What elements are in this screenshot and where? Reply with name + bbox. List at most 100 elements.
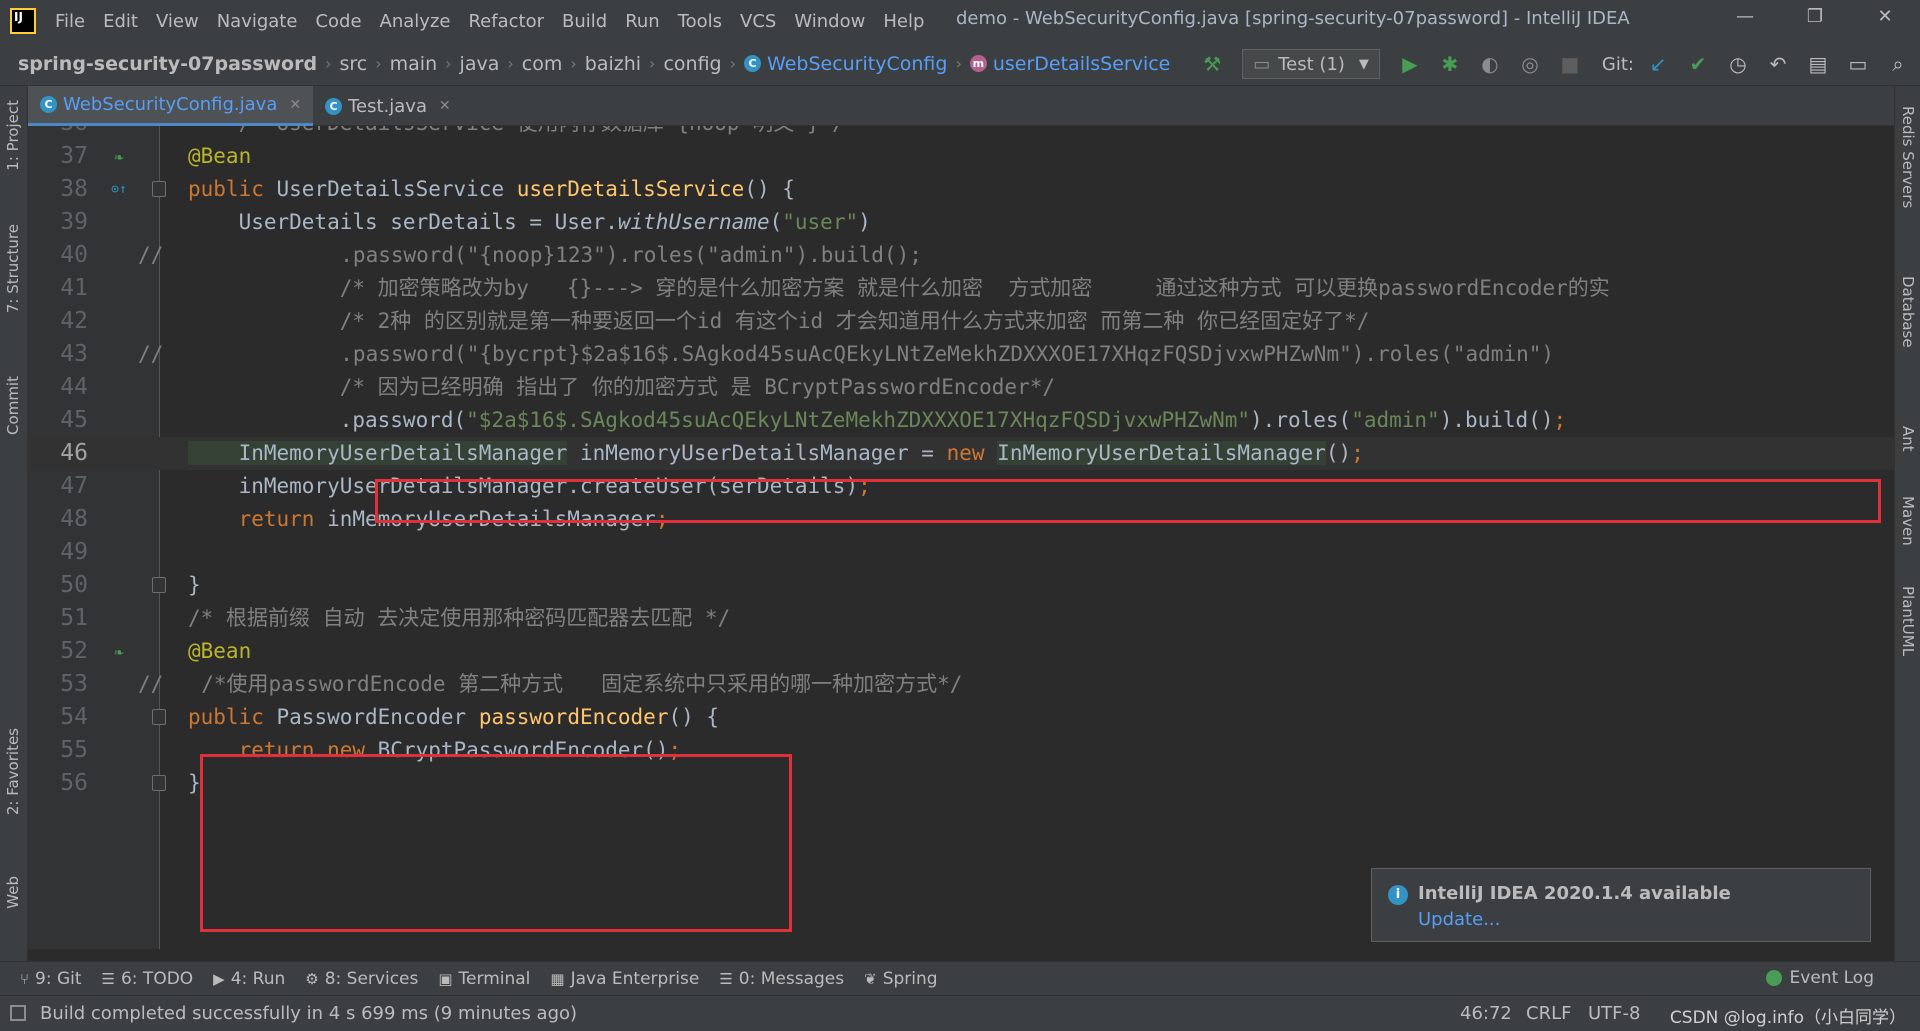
- menu-item-view[interactable]: View: [147, 11, 208, 32]
- coverage-icon[interactable]: ◐: [1476, 50, 1504, 78]
- menu-item-code[interactable]: Code: [306, 11, 370, 32]
- code-token: public: [188, 177, 277, 201]
- close-tab-icon[interactable]: ✕: [439, 98, 451, 114]
- menu-item-window[interactable]: Window: [785, 11, 874, 32]
- code-line[interactable]: 36 /* UserDetailsService 使用内存数据库 {noop 明…: [28, 126, 1894, 140]
- menu-item-analyze[interactable]: Analyze: [371, 11, 460, 32]
- build-hammer-icon[interactable]: ⚒: [1198, 50, 1226, 78]
- code-line[interactable]: 39 UserDetails serDetails = User.withUse…: [28, 206, 1894, 239]
- breadcrumb-item-java[interactable]: java: [460, 53, 500, 75]
- git-update-icon[interactable]: ↙: [1644, 50, 1672, 78]
- tool-tab-structure[interactable]: 7: Structure: [4, 224, 22, 313]
- code-line[interactable]: 46 InMemoryUserDetailsManager inMemoryUs…: [28, 437, 1894, 470]
- bottom-tool-java-enterprise[interactable]: ▦ Java Enterprise: [550, 969, 699, 989]
- breadcrumb-method[interactable]: m userDetailsService: [969, 53, 1170, 75]
- tab-websecurityconfig[interactable]: C WebSecurityConfig.java ✕: [28, 86, 314, 126]
- code-line[interactable]: 54 public PasswordEncoder passwordEncoder…: [28, 701, 1894, 734]
- menu-item-help[interactable]: Help: [874, 11, 933, 32]
- code-text: @Bean: [188, 635, 251, 668]
- menu-item-refactor[interactable]: Refactor: [459, 11, 553, 32]
- tool-tab-commit[interactable]: Commit: [4, 376, 22, 435]
- breadcrumb-class[interactable]: C WebSecurityConfig: [744, 53, 947, 75]
- history-clock-icon[interactable]: ◷: [1724, 50, 1752, 78]
- code-line[interactable]: 51 /* 根据前缀 自动 去决定使用那种密码匹配器去匹配 */: [28, 602, 1894, 635]
- bottom-tool-todo[interactable]: ☰ 6: TODO: [102, 969, 194, 989]
- debug-bug-icon[interactable]: ✱: [1436, 50, 1464, 78]
- bottom-tool-spring[interactable]: ❦ Spring: [864, 969, 937, 989]
- menu-item-vcs[interactable]: VCS: [731, 11, 785, 32]
- menu-item-navigate[interactable]: Navigate: [208, 11, 307, 32]
- code-line[interactable]: 49: [28, 536, 1894, 569]
- fold-marker-icon[interactable]: [152, 709, 166, 725]
- code-line[interactable]: 37 ❧ @Bean: [28, 140, 1894, 173]
- breadcrumb-project[interactable]: spring-security-07password: [0, 53, 317, 75]
- menu-item-edit[interactable]: Edit: [94, 11, 147, 32]
- close-tab-icon[interactable]: ✕: [289, 97, 301, 113]
- git-commit-check-icon[interactable]: ✔: [1684, 50, 1712, 78]
- tool-tab-ant[interactable]: Ant: [1899, 426, 1917, 452]
- minimize-button[interactable]: —: [1730, 6, 1760, 34]
- code-line[interactable]: 42 /* 2种 的区别就是第一种要返回一个id 有这个id 才会知道用什么方式…: [28, 305, 1894, 338]
- caret-position[interactable]: 46:72: [1460, 1003, 1512, 1024]
- fold-marker-icon[interactable]: [152, 577, 166, 593]
- tool-tab-maven[interactable]: Maven: [1899, 496, 1917, 546]
- breadcrumb-item-main[interactable]: main: [390, 53, 437, 75]
- breadcrumb-item-baizhi[interactable]: baizhi: [585, 53, 641, 75]
- highlight-box-password-encoder: [200, 754, 792, 932]
- run-configuration-select[interactable]: ▭ Test (1) ▼: [1242, 49, 1380, 79]
- tool-tab-redis-servers[interactable]: Redis Servers: [1899, 106, 1917, 208]
- bottom-tool-messages[interactable]: ☰ 0: Messages: [719, 969, 844, 989]
- fold-marker-icon[interactable]: [152, 181, 166, 197]
- tool-tab-favorites[interactable]: 2: Favorites: [4, 728, 22, 815]
- bottom-tool-terminal[interactable]: ▣ Terminal: [438, 969, 530, 989]
- spring-bean-icon[interactable]: ❧: [108, 146, 130, 168]
- override-method-icon[interactable]: ⊙↑: [108, 179, 130, 201]
- close-window-button[interactable]: ✕: [1870, 6, 1900, 34]
- file-encoding[interactable]: UTF-8: [1588, 1003, 1640, 1024]
- tool-tab-plantuml[interactable]: PlantUML: [1899, 586, 1917, 656]
- project-structure-icon[interactable]: ▤: [1804, 50, 1832, 78]
- tool-tab-project[interactable]: 1: Project: [4, 100, 22, 171]
- bottom-tool-run[interactable]: ▶ 4: Run: [213, 969, 285, 989]
- code-line[interactable]: 44 /* 因为已经明确 指出了 你的加密方式 是 BCryptPassword…: [28, 371, 1894, 404]
- menu-item-build[interactable]: Build: [553, 11, 616, 32]
- bottom-tool-services[interactable]: ⚙ 8: Services: [305, 969, 418, 989]
- code-line[interactable]: 52 ❧ @Bean: [28, 635, 1894, 668]
- code-line[interactable]: 45 .password("$2a$16$.SAgkod45suAcQEkyLN…: [28, 404, 1894, 437]
- bottom-tool-git[interactable]: ⑂ 9: Git: [20, 969, 82, 989]
- status-toggle-icon[interactable]: [10, 1005, 26, 1021]
- breadcrumb-item-com[interactable]: com: [522, 53, 563, 75]
- tab-test[interactable]: C Test.java ✕: [313, 86, 463, 126]
- code-line[interactable]: 40 // .password("{noop}123").roles("admin…: [28, 239, 1894, 272]
- run-icon[interactable]: ▶: [1396, 50, 1424, 78]
- code-token: "user": [782, 210, 859, 234]
- notification-title: IntelliJ IDEA 2020.1.4 available: [1418, 883, 1731, 904]
- update-link[interactable]: Update...: [1418, 909, 1500, 930]
- menu-item-tools[interactable]: Tools: [669, 11, 731, 32]
- search-icon[interactable]: ⌕: [1884, 50, 1912, 78]
- update-notification[interactable]: i IntelliJ IDEA 2020.1.4 available Updat…: [1371, 868, 1871, 942]
- code-line[interactable]: 43 // .password("{bycrpt}$2a$16$.SAgkod45…: [28, 338, 1894, 371]
- tool-tab-database[interactable]: Database: [1899, 276, 1917, 348]
- fold-marker-icon[interactable]: [152, 775, 166, 791]
- code-editor[interactable]: 36 /* UserDetailsService 使用内存数据库 {noop 明…: [28, 126, 1894, 949]
- code-line[interactable]: 53 // /*使用passwordEncode 第二种方式 固定系统中只采用的哪…: [28, 668, 1894, 701]
- breadcrumb-item-src[interactable]: src: [340, 53, 368, 75]
- status-message: Build completed successfully in 4 s 699 …: [40, 1003, 578, 1024]
- breadcrumb-item-config[interactable]: config: [663, 53, 721, 75]
- code-line[interactable]: 38 ⊙↑ public UserDetailsService userDetail…: [28, 173, 1894, 206]
- event-log-button[interactable]: Event Log: [1765, 968, 1874, 988]
- code-line[interactable]: 50}: [28, 569, 1894, 602]
- code-line[interactable]: 41 /* 加密策略改为by {}---> 穿的是什么加密方案 就是什么加密 方…: [28, 272, 1894, 305]
- line-separator[interactable]: CRLF: [1526, 1003, 1571, 1024]
- restore-button[interactable]: ❐: [1800, 6, 1830, 34]
- code-token: return: [188, 507, 328, 531]
- spring-bean-icon[interactable]: ❧: [108, 641, 130, 663]
- tool-tab-web[interactable]: Web: [4, 876, 22, 909]
- stop-icon[interactable]: ■: [1556, 50, 1584, 78]
- menu-item-file[interactable]: File: [46, 11, 94, 32]
- menu-item-run[interactable]: Run: [616, 11, 669, 32]
- revert-icon[interactable]: ↶: [1764, 50, 1792, 78]
- presentation-icon[interactable]: ▭: [1844, 50, 1872, 78]
- profile-icon[interactable]: ◎: [1516, 50, 1544, 78]
